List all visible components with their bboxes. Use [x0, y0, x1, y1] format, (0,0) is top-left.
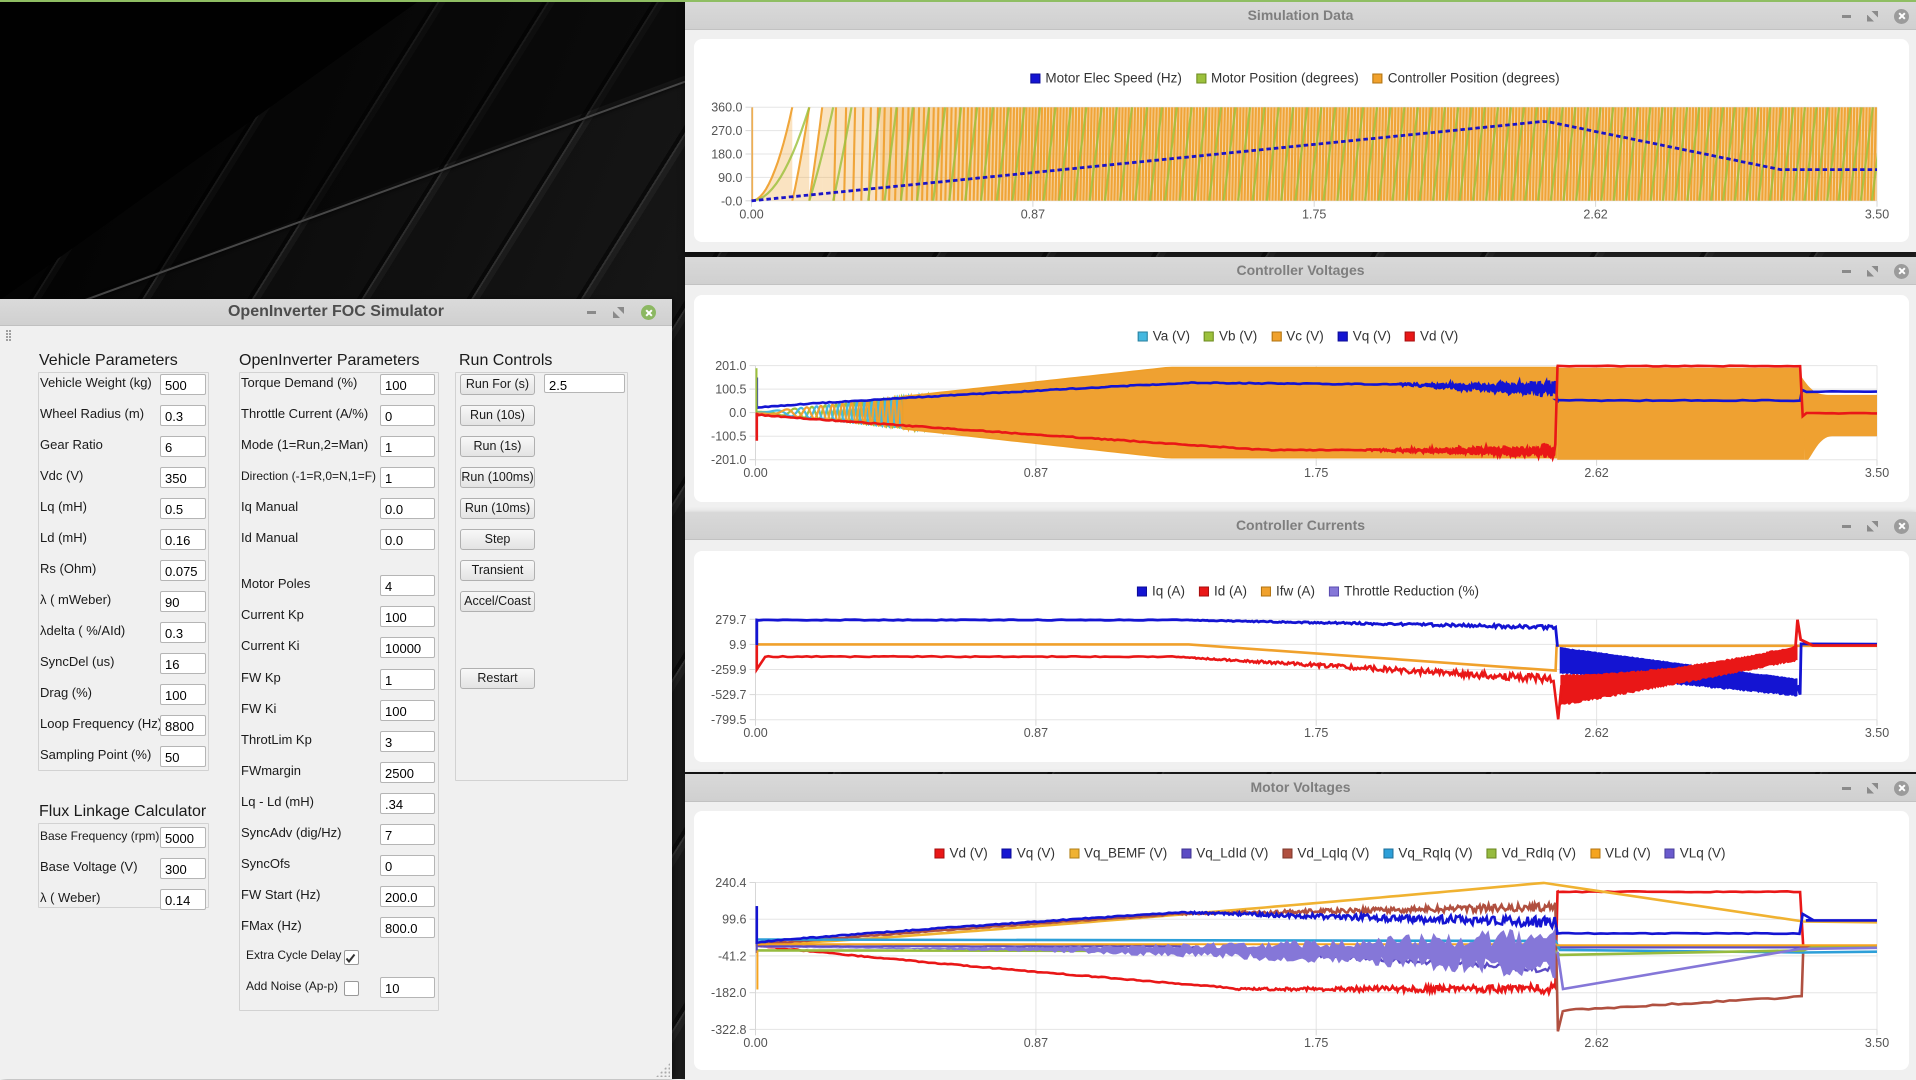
svg-text:2.62: 2.62: [1584, 1036, 1608, 1050]
svg-text:3.50: 3.50: [1865, 207, 1889, 221]
svg-text:180.0: 180.0: [711, 148, 742, 162]
svg-text:1.75: 1.75: [1304, 466, 1328, 480]
svg-text:2.62: 2.62: [1584, 466, 1608, 480]
svg-text:270.0: 270.0: [711, 124, 742, 138]
svg-text:-182.0: -182.0: [711, 986, 746, 1000]
svg-text:0.00: 0.00: [743, 466, 767, 480]
svg-text:3.50: 3.50: [1865, 726, 1889, 740]
svg-text:-41.2: -41.2: [718, 949, 747, 963]
svg-text:1.75: 1.75: [1304, 1036, 1328, 1050]
svg-text:279.7: 279.7: [715, 613, 746, 627]
svg-text:0.87: 0.87: [1024, 726, 1048, 740]
svg-text:-201.0: -201.0: [711, 453, 746, 467]
svg-text:3.50: 3.50: [1865, 466, 1889, 480]
svg-text:360.0: 360.0: [711, 101, 742, 115]
svg-text:90.0: 90.0: [718, 171, 742, 185]
svg-text:3.50: 3.50: [1865, 1036, 1889, 1050]
svg-text:201.0: 201.0: [715, 359, 746, 373]
svg-text:0.87: 0.87: [1024, 466, 1048, 480]
svg-text:-259.9: -259.9: [711, 663, 746, 677]
svg-text:-0.0: -0.0: [721, 194, 743, 208]
svg-text:-322.8: -322.8: [711, 1023, 746, 1037]
svg-text:0.00: 0.00: [739, 207, 763, 221]
svg-text:-799.5: -799.5: [711, 713, 746, 727]
svg-text:0.00: 0.00: [743, 1036, 767, 1050]
svg-text:0.87: 0.87: [1024, 1036, 1048, 1050]
svg-text:2.62: 2.62: [1584, 726, 1608, 740]
svg-text:-529.7: -529.7: [711, 688, 746, 702]
svg-text:0.00: 0.00: [743, 726, 767, 740]
svg-text:1.75: 1.75: [1302, 207, 1326, 221]
svg-text:-100.5: -100.5: [711, 430, 746, 444]
svg-text:2.62: 2.62: [1583, 207, 1607, 221]
svg-text:1.75: 1.75: [1304, 726, 1328, 740]
svg-text:0.0: 0.0: [729, 406, 746, 420]
svg-text:100.5: 100.5: [715, 383, 746, 397]
svg-text:0.87: 0.87: [1021, 207, 1045, 221]
svg-text:9.9: 9.9: [729, 638, 746, 652]
svg-text:240.4: 240.4: [715, 876, 746, 890]
svg-text:99.6: 99.6: [722, 913, 746, 927]
